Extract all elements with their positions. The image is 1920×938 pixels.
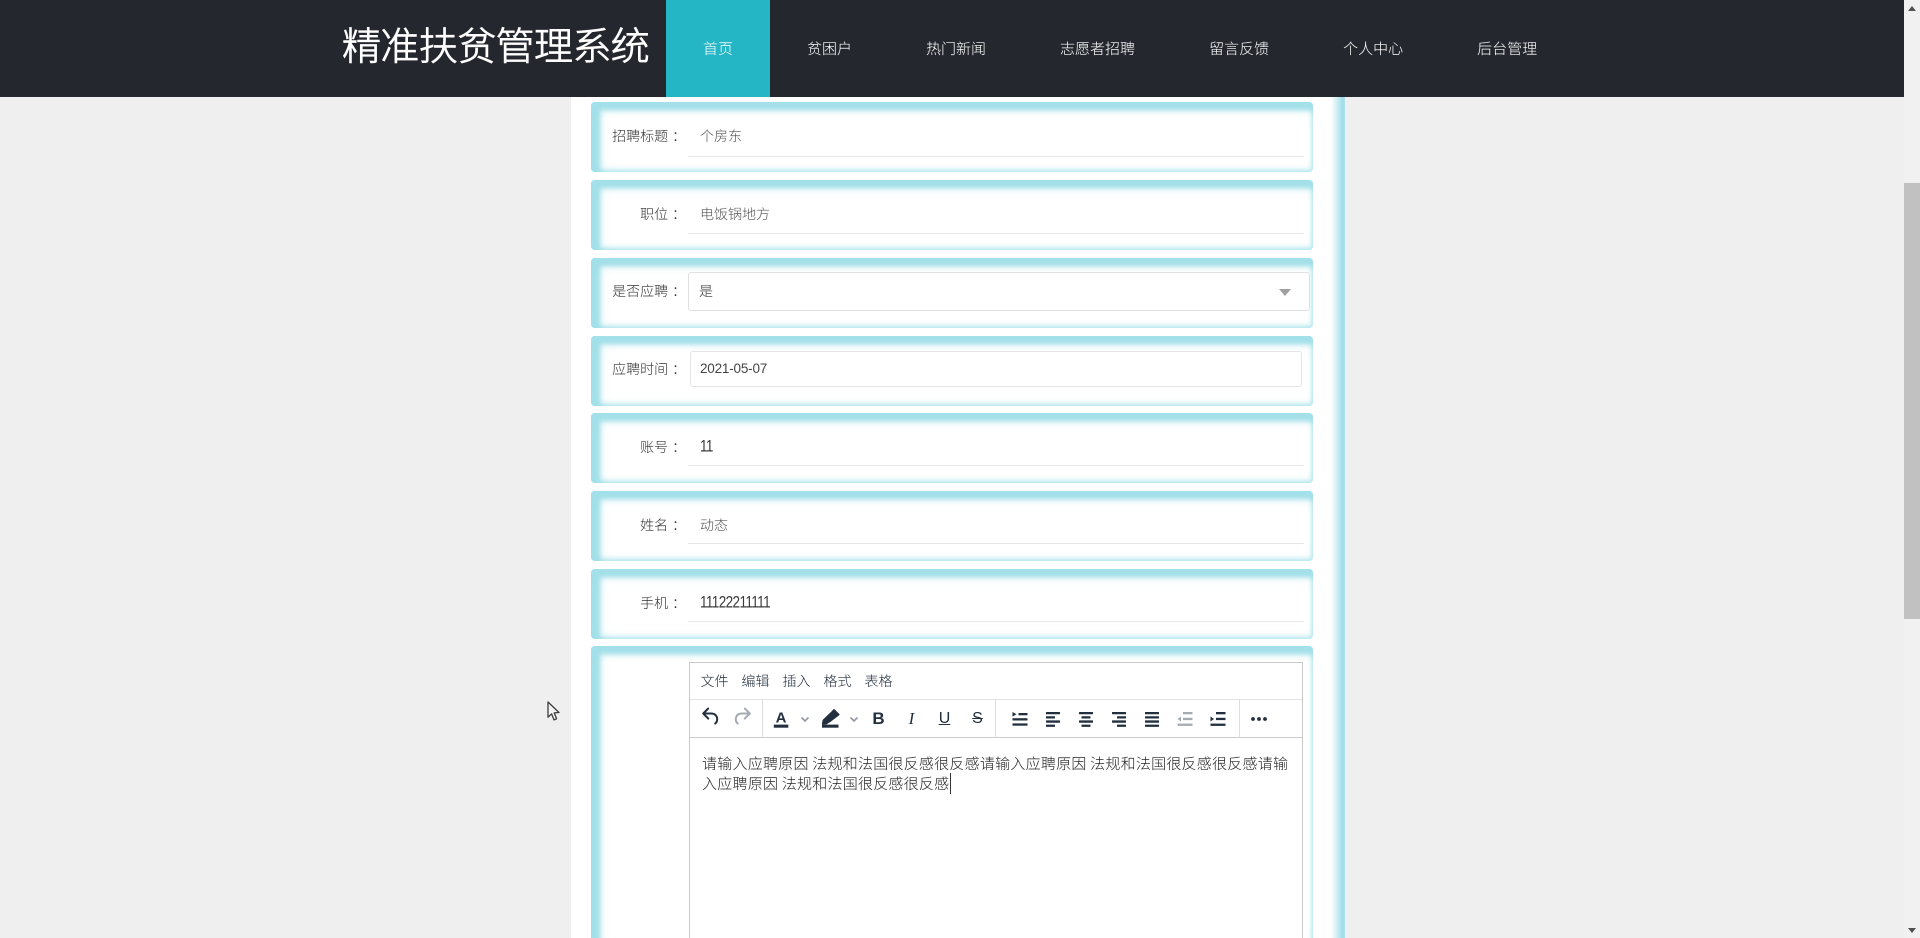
svg-text:A: A (775, 709, 786, 726)
